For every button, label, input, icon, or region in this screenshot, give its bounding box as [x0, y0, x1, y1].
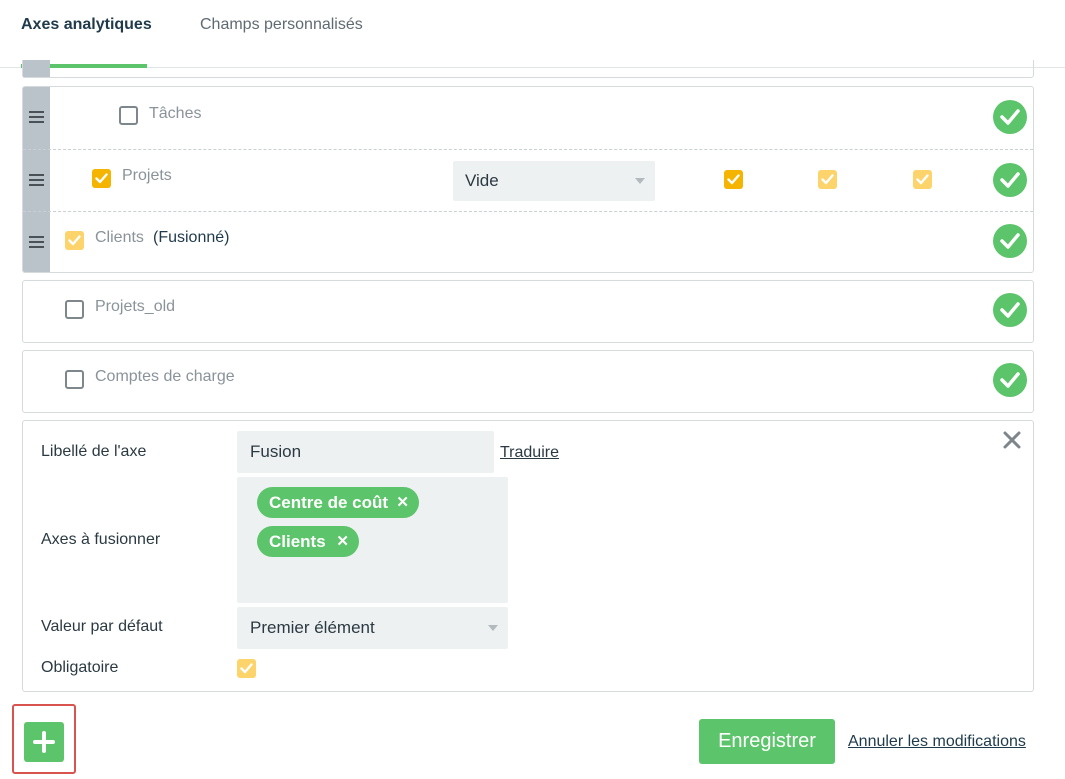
- option-checkbox[interactable]: [818, 170, 837, 189]
- default-value-select[interactable]: Premier élément: [237, 607, 508, 649]
- chevron-down-icon: [488, 625, 498, 631]
- close-icon[interactable]: ✕: [396, 487, 409, 518]
- select-value: Premier élément: [250, 618, 375, 637]
- required-label: Obligatoire: [41, 659, 119, 676]
- drag-handle-strip[interactable]: [23, 60, 50, 77]
- axis-label-input[interactable]: Fusion: [237, 431, 494, 473]
- check-circle-icon[interactable]: [993, 100, 1027, 134]
- check-circle-icon[interactable]: [993, 363, 1027, 397]
- merge-tag: Centre de coût ✕: [257, 487, 419, 518]
- translate-link[interactable]: Traduire: [500, 444, 559, 462]
- chevron-down-icon: [635, 178, 645, 184]
- axis-row-taches: Tâches: [23, 87, 1033, 149]
- axis-group-card: Tâches Projets Vide Clients (Fusionné): [22, 86, 1034, 273]
- axis-checkbox[interactable]: [65, 231, 84, 250]
- tab-champs-personnalises[interactable]: Champs personnalisés: [200, 16, 363, 34]
- plus-icon: [33, 731, 55, 753]
- merge-axis-editor: Libellé de l'axe Fusion Traduire Axes à …: [22, 420, 1034, 692]
- add-axis-button[interactable]: [24, 722, 64, 762]
- axis-checkbox[interactable]: [65, 300, 84, 319]
- merge-tag-label: Centre de coût: [269, 493, 389, 512]
- axis-card-partial: [22, 60, 1034, 78]
- option-checkbox[interactable]: [913, 170, 932, 189]
- merge-axes-label: Axes à fusionner: [41, 531, 161, 548]
- merged-badge: (Fusionné): [153, 229, 230, 246]
- required-checkbox[interactable]: [237, 659, 256, 678]
- axis-label: Comptes de charge: [95, 368, 235, 385]
- drag-handle-icon[interactable]: [29, 174, 44, 186]
- axis-label: Tâches: [149, 105, 202, 122]
- close-icon[interactable]: [1001, 429, 1023, 451]
- check-circle-icon[interactable]: [993, 163, 1027, 197]
- axis-row-clients: Clients (Fusionné): [23, 211, 1033, 272]
- default-value-label: Valeur par défaut: [41, 618, 163, 635]
- add-button-highlight: [12, 704, 76, 774]
- merge-tag: Clients ✕: [257, 526, 359, 557]
- option-checkbox[interactable]: [724, 170, 743, 189]
- axis-checkbox[interactable]: [119, 106, 138, 125]
- axis-card-projets-old: Projets_old: [22, 280, 1034, 343]
- tab-axes-analytiques[interactable]: Axes analytiques: [21, 16, 152, 34]
- axis-checkbox[interactable]: [92, 169, 111, 188]
- save-button[interactable]: Enregistrer: [699, 719, 835, 764]
- drag-handle-icon[interactable]: [29, 111, 44, 123]
- axis-checkbox[interactable]: [65, 370, 84, 389]
- select-value: Vide: [465, 171, 499, 190]
- close-icon[interactable]: ✕: [336, 526, 349, 557]
- axis-label-field-label: Libellé de l'axe: [41, 443, 147, 460]
- axis-label: Projets: [122, 167, 172, 184]
- check-circle-icon[interactable]: [993, 224, 1027, 258]
- axis-card-comptes-de-charge: Comptes de charge: [22, 350, 1034, 413]
- cancel-changes-link[interactable]: Annuler les modifications: [848, 733, 1026, 751]
- axis-row-projets: Projets Vide: [23, 149, 1033, 211]
- drag-handle-icon[interactable]: [29, 236, 44, 248]
- check-circle-icon[interactable]: [993, 293, 1027, 327]
- axis-label: Projets_old: [95, 298, 176, 315]
- default-value-select[interactable]: Vide: [453, 161, 655, 201]
- merge-tag-label: Clients: [269, 532, 326, 551]
- merge-axes-input[interactable]: Centre de coût ✕ Clients ✕: [237, 477, 508, 603]
- axis-label: Clients: [95, 229, 144, 246]
- tab-bar: Axes analytiques Champs personnalisés: [0, 0, 1065, 68]
